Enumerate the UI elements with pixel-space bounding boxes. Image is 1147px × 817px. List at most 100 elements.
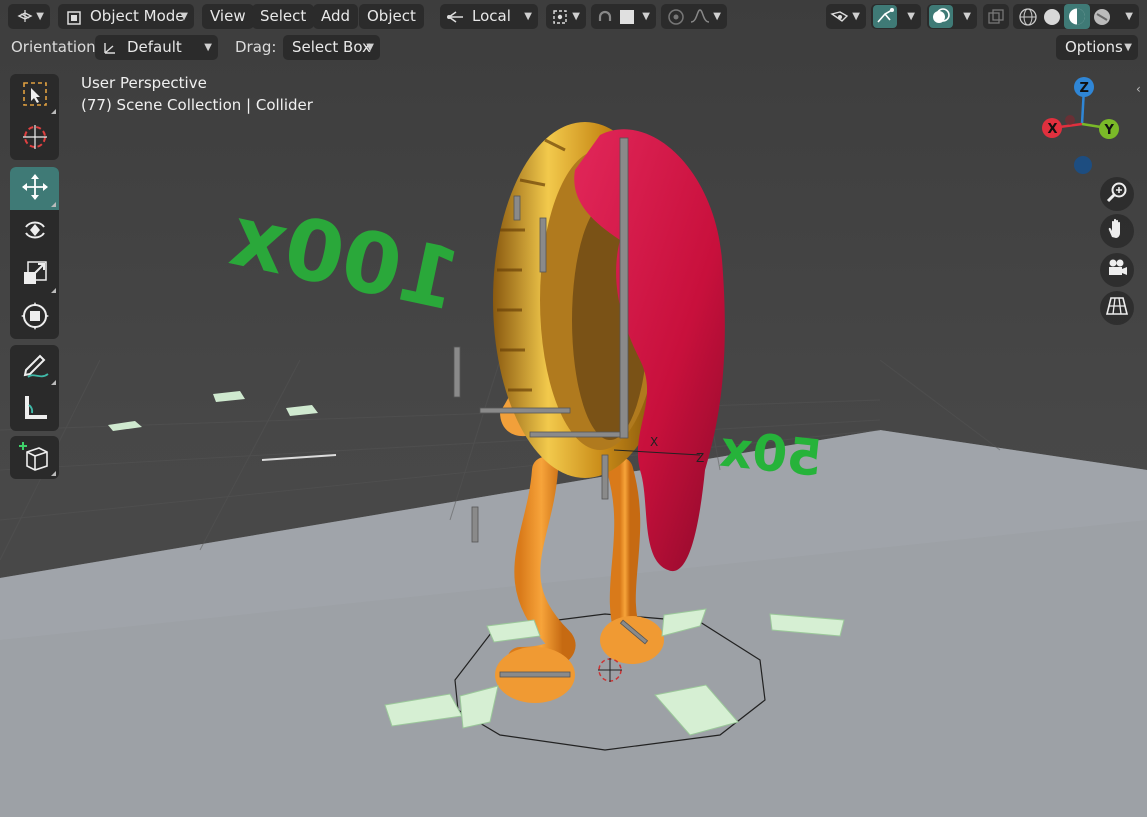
rotate-icon (20, 215, 50, 249)
object-visibility-icon (830, 8, 850, 33)
gizmo-x-label: X (1048, 122, 1058, 137)
camera-view-button[interactable] (1100, 253, 1134, 287)
chevron-down-icon: ▼ (180, 11, 188, 22)
add-cube-tool[interactable] (10, 436, 59, 479)
3d-viewport[interactable]: 100x 50x X Z User Perspective (77) Scene… (0, 0, 1147, 817)
pan-button[interactable] (1100, 214, 1134, 248)
add-cube-icon (18, 440, 51, 476)
svg-text:50x: 50x (717, 420, 824, 488)
show-gizmo-toggle[interactable] (873, 5, 897, 28)
zoom-icon (1105, 180, 1129, 208)
options-dropdown[interactable]: Options ▼ (1056, 35, 1138, 60)
chevron-down-icon: ▼ (642, 11, 650, 22)
menu-add[interactable]: Add (313, 4, 359, 29)
crosshair-cursor-icon (21, 123, 49, 155)
transform-orientation-label: Local (472, 7, 511, 25)
transform-orientation-icon (446, 8, 466, 33)
toolbar-group-annotate (10, 345, 59, 431)
chevron-down-icon: ▼ (36, 11, 44, 22)
chevron-down-icon: ▼ (1125, 11, 1133, 22)
svg-text:Z: Z (696, 451, 704, 465)
overlays-dropdown[interactable]: ▼ (927, 4, 977, 29)
mode-label: Object Mode (90, 7, 185, 25)
options-label: Options (1065, 38, 1123, 56)
drag-dropdown[interactable]: Select Box ▼ (283, 35, 380, 60)
xray-toggle[interactable] (983, 4, 1009, 29)
gizmo-neg-z-axis[interactable] (1074, 156, 1092, 174)
orientation-value: Default (127, 38, 182, 56)
toolbar-group-transform (10, 167, 59, 339)
orientation-axes-icon (101, 39, 119, 64)
hand-pan-icon (1105, 217, 1129, 245)
svg-text:X: X (650, 435, 658, 449)
magnet-icon[interactable] (596, 7, 614, 33)
move-arrows-icon (20, 172, 50, 206)
chevron-down-icon: ▼ (366, 42, 374, 53)
transform-icon (20, 301, 50, 335)
menu-view[interactable]: View (202, 4, 254, 29)
proportional-editing-group[interactable]: ▼ (661, 4, 727, 29)
drag-value: Select Box (292, 38, 371, 56)
chevron-down-icon: ▼ (1124, 42, 1132, 53)
editor-type-dropdown[interactable]: ▼ (8, 4, 50, 29)
scene-render: 100x 50x X Z (0, 122, 1147, 817)
chevron-down-icon: ▼ (963, 11, 971, 22)
rotate-tool[interactable] (10, 210, 59, 253)
gizmo-z-label: Z (1080, 81, 1089, 96)
label-100x-object: 100x (223, 186, 468, 330)
snapping-group[interactable]: ▼ (591, 4, 656, 29)
orientation-label: Orientation: (11, 38, 101, 56)
viewport-header: ▼ Object Mode ▼ View Select Add Object L… (0, 0, 1147, 32)
pivot-point-icon (552, 8, 570, 33)
chevron-down-icon: ▼ (907, 11, 915, 22)
xray-icon (987, 8, 1005, 33)
mode-dropdown[interactable]: Object Mode ▼ (58, 4, 194, 29)
transform-orientation-dropdown[interactable]: Local ▼ (440, 4, 538, 29)
show-overlays-toggle[interactable] (929, 5, 953, 28)
sidebar-toggle-arrow-icon[interactable]: ‹ (1136, 82, 1141, 96)
3d-viewport-icon (16, 7, 36, 33)
menu-object[interactable]: Object (359, 4, 424, 29)
shading-group[interactable]: ▼ (1013, 4, 1139, 29)
visibility-dropdown[interactable]: ▼ (826, 4, 866, 29)
camera-icon (1105, 256, 1129, 284)
pivot-point-dropdown[interactable]: ▼ (546, 4, 586, 29)
scale-icon (22, 260, 48, 290)
menu-select[interactable]: Select (252, 4, 315, 29)
wireframe-shading-icon[interactable] (1017, 6, 1039, 36)
orientation-dropdown[interactable]: Default ▼ (95, 35, 218, 60)
ruler-icon (20, 393, 50, 427)
annotate-tool[interactable] (10, 345, 59, 388)
measure-tool[interactable] (10, 388, 59, 431)
pencil-icon (20, 350, 50, 384)
navigation-gizmo[interactable]: Z X Y (1030, 72, 1140, 182)
falloff-curve-icon[interactable] (689, 7, 711, 33)
move-tool[interactable] (10, 167, 59, 210)
gizmo-y-label: Y (1104, 123, 1115, 138)
chevron-down-icon: ▼ (524, 11, 532, 22)
solid-shading-icon[interactable] (1041, 6, 1063, 36)
cursor-select-icon (22, 81, 48, 111)
ortho-toggle-button[interactable] (1100, 291, 1134, 325)
material-preview-shading-icon[interactable] (1064, 4, 1090, 29)
svg-text:100x: 100x (223, 186, 468, 330)
transform-tool[interactable] (10, 296, 59, 339)
rendered-shading-icon[interactable] (1091, 6, 1113, 36)
view-name-label: User Perspective (81, 74, 207, 92)
chevron-down-icon: ▼ (204, 42, 212, 53)
select-box-tool[interactable] (10, 74, 59, 117)
gizmo-dropdown[interactable]: ▼ (871, 4, 921, 29)
cursor-tool[interactable] (10, 117, 59, 160)
chevron-down-icon: ▼ (852, 11, 860, 22)
snap-target-icon[interactable] (619, 8, 635, 33)
toolbar-group-select (10, 74, 59, 160)
proportional-editing-icon[interactable] (667, 8, 685, 34)
zoom-button[interactable] (1100, 177, 1134, 211)
drag-label: Drag: (235, 38, 277, 56)
chevron-down-icon: ▼ (572, 11, 580, 22)
scale-tool[interactable] (10, 253, 59, 296)
collection-info-label: (77) Scene Collection | Collider (81, 96, 313, 114)
tool-header: Orientation: Default ▼ Drag: Select Box … (0, 34, 1147, 62)
object-mode-icon (66, 9, 82, 34)
toolbar-group-add (10, 436, 59, 479)
